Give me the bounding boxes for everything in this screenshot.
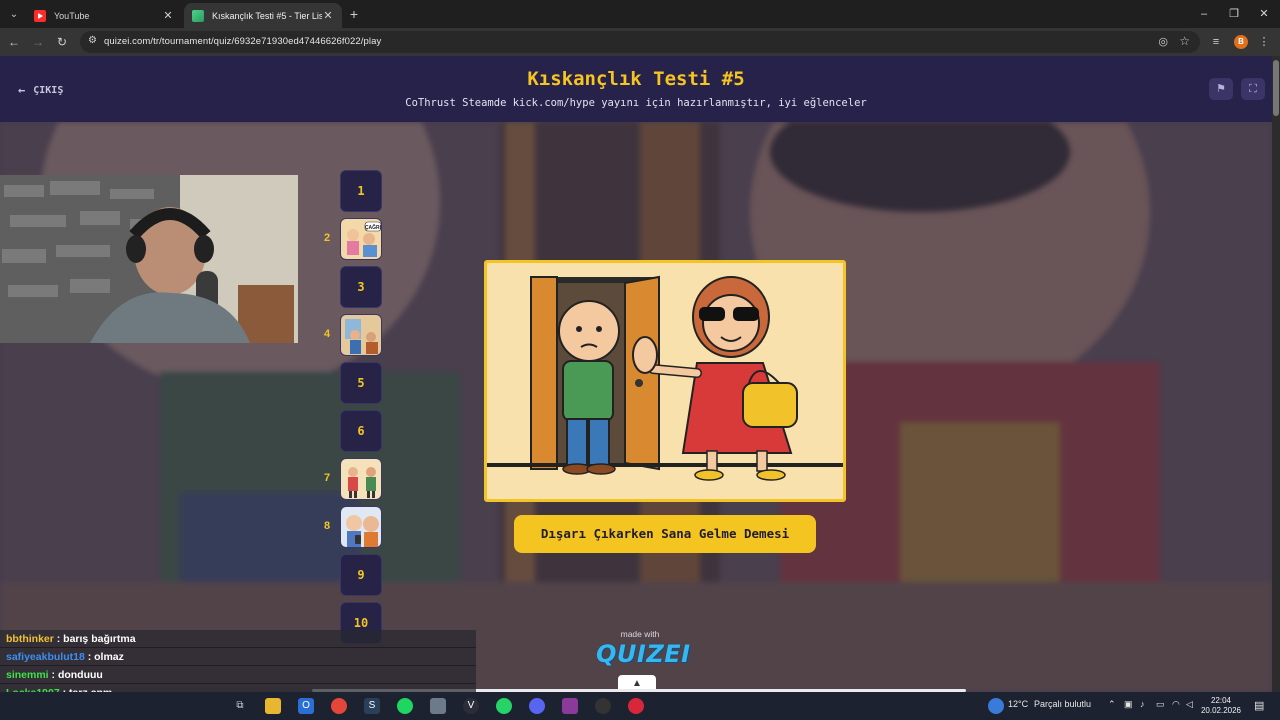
task-view-icon[interactable]: ⧉ [232, 698, 248, 714]
microphone-icon[interactable]: ♪ [1140, 699, 1145, 709]
tab-search-icon[interactable]: ⌄ [4, 4, 24, 24]
list-item[interactable]: 8 [320, 506, 384, 550]
report-flag-icon[interactable]: ⚑ [1209, 78, 1233, 100]
tab-list-icon[interactable]: ≡ [1208, 34, 1224, 50]
quiz-header: ← ÇIKIŞ Kıskançlık Testi #5 CoThrust Ste… [0, 56, 1272, 122]
close-tab-icon[interactable]: ✕ [162, 9, 174, 22]
tab-quiz[interactable]: Kıskançlık Testi #5 - Tier List, Kı ✕ [184, 3, 342, 28]
list-index: 7 [323, 472, 331, 484]
minimize-icon[interactable]: – [1196, 6, 1212, 22]
whatsapp-icon[interactable] [496, 698, 512, 714]
list-index: 2 [323, 232, 331, 244]
address-toolbar: ← → ↻ ⚙ quizei.com/tr/tournament/quiz/69… [0, 28, 1280, 56]
list-item[interactable]: 1 [320, 170, 384, 214]
new-tab-icon[interactable]: + [346, 6, 362, 22]
app-icon[interactable] [562, 698, 578, 714]
list-item[interactable]: 6 [320, 410, 384, 454]
app-icon[interactable] [430, 698, 446, 714]
tab-title: YouTube [54, 10, 90, 21]
chat-message: safiyeakbulut18 : olmaz [0, 648, 476, 666]
chat-text: : donduuu [48, 669, 103, 681]
chat-username: bbthinker [6, 633, 54, 645]
chat-text: : barış bağırtma [53, 633, 136, 645]
omnibox[interactable]: ⚙ quizei.com/tr/tournament/quiz/6932e719… [80, 31, 1200, 53]
fullscreen-icon[interactable]: ⛶ [1241, 78, 1265, 100]
reload-icon[interactable]: ↻ [54, 34, 70, 50]
chrome-icon[interactable] [331, 698, 347, 714]
app-icon[interactable] [628, 698, 644, 714]
weather-icon[interactable] [988, 698, 1004, 714]
list-index: 4 [323, 328, 331, 340]
chat-username: sinemmi [6, 669, 49, 681]
webcam-feed-image [0, 175, 298, 343]
clock[interactable]: 22:04 20.02.2026 [1198, 696, 1244, 716]
quizei-logo[interactable]: QUIZEI [596, 640, 690, 668]
tab-youtube[interactable]: YouTube ✕ [26, 3, 182, 28]
clock-date: 20.02.2026 [1200, 706, 1242, 715]
list-number: 5 [340, 362, 382, 404]
tracking-eye-icon[interactable]: ◎ [1158, 35, 1168, 48]
browser-tab-bar: ⌄ YouTube ✕ Kıskançlık Testi #5 - Tier L… [0, 0, 1280, 28]
list-thumbnail [340, 314, 382, 356]
close-tab-icon[interactable]: ✕ [322, 9, 334, 22]
quizei-favicon-icon [192, 9, 204, 22]
windows-taskbar: ⧉ O S V 12°C Parçalı bulutlu ⌃ ▣ ♪ ▭ ◠ ◁… [0, 692, 1280, 720]
menu-kebab-icon[interactable]: ⋮ [1256, 34, 1272, 50]
network-icon[interactable]: ▭ [1156, 699, 1165, 710]
volume-icon[interactable]: ◁ [1186, 699, 1193, 710]
chat-text: : olmaz [84, 651, 124, 663]
chat-message: sinemmi : donduuu [0, 666, 476, 684]
clock-time: 22:04 [1210, 696, 1232, 705]
profile-avatar[interactable]: B [1234, 35, 1248, 49]
answer-button[interactable]: Dışarı Çıkarken Sana Gelme Demesi [514, 515, 816, 553]
scrollbar-thumb[interactable] [1273, 60, 1279, 116]
made-with-label: made with [620, 629, 660, 639]
list-number: 6 [340, 410, 382, 452]
question-image-card[interactable] [484, 260, 846, 502]
spotify-icon[interactable] [397, 698, 413, 714]
close-window-icon[interactable]: ✕ [1256, 6, 1272, 22]
url-text[interactable]: quizei.com/tr/tournament/quiz/6932e71930… [104, 36, 381, 47]
outlook-icon[interactable]: O [298, 698, 314, 714]
forward-icon[interactable]: → [30, 34, 46, 50]
quiz-title: Kıskançlık Testi #5 [527, 68, 745, 90]
list-number: 3 [340, 266, 382, 308]
discord-icon[interactable] [529, 698, 545, 714]
chat-username: safiyeakbulut18 [6, 651, 85, 663]
question-illustration [487, 263, 843, 499]
quiz-subtitle: CoThrust Steamde kick.com/hype yayını iç… [405, 97, 867, 109]
vpn-icon[interactable]: V [463, 698, 479, 714]
bookmark-star-icon[interactable]: ☆ [1179, 34, 1190, 48]
list-thumbnail: ÇAĞRI [340, 218, 382, 260]
notifications-icon[interactable]: ▤ [1254, 699, 1264, 712]
list-item[interactable]: 7 [320, 458, 384, 502]
restore-icon[interactable]: ❐ [1226, 6, 1242, 22]
list-index: 8 [323, 520, 331, 532]
back-icon[interactable]: ← [6, 34, 22, 50]
chat-message: bbthinker : barış bağırtma [0, 630, 476, 648]
list-item[interactable]: 4 [320, 314, 384, 358]
site-info-icon[interactable]: ⚙ [88, 35, 97, 46]
webcam-overlay [0, 175, 298, 343]
tab-title: Kıskançlık Testi #5 - Tier List, Kı [212, 10, 322, 21]
youtube-icon [34, 9, 46, 22]
list-thumbnail [340, 506, 382, 548]
steam-icon[interactable]: S [364, 698, 380, 714]
list-number: 1 [340, 170, 382, 212]
weather-temp[interactable]: 12°C [1008, 699, 1028, 709]
thumb-caption: ÇAĞRI [365, 223, 382, 231]
weather-text[interactable]: Parçalı bulutlu [1034, 699, 1091, 709]
tray-app-icon[interactable]: ▣ [1124, 699, 1133, 710]
chevron-up-icon[interactable]: ⌃ [1108, 699, 1116, 710]
obs-icon[interactable] [595, 698, 611, 714]
list-thumbnail [340, 458, 382, 500]
list-item[interactable]: 3 [320, 266, 384, 310]
file-explorer-icon[interactable] [265, 698, 281, 714]
scrollbar[interactable] [1272, 56, 1280, 692]
wifi-icon[interactable]: ◠ [1172, 699, 1180, 710]
list-item[interactable]: 5 [320, 362, 384, 406]
list-item[interactable]: 2 ÇAĞRI [320, 218, 384, 262]
